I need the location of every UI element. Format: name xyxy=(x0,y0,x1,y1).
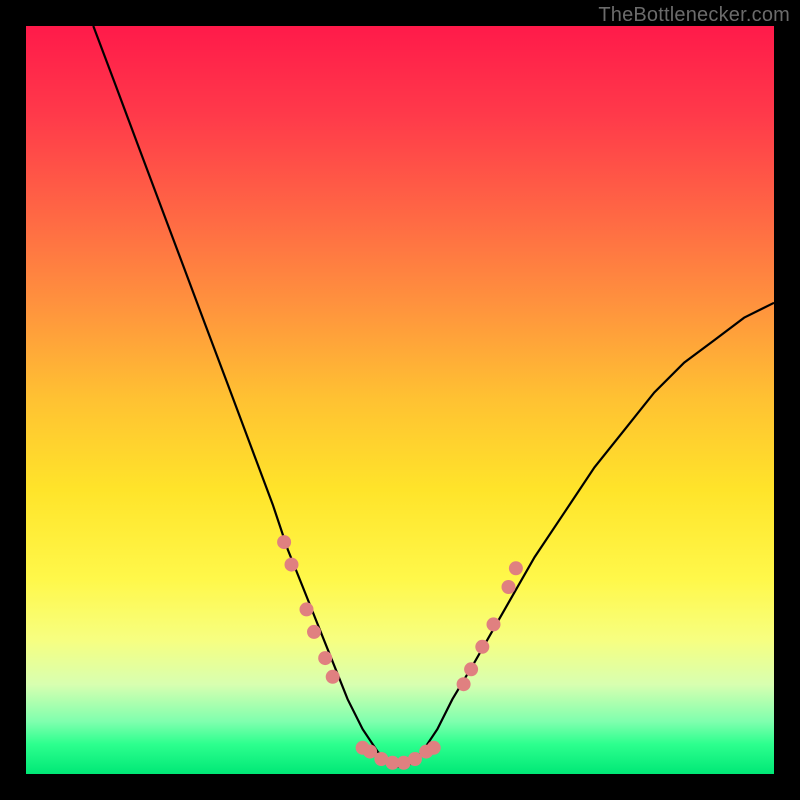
marker-dot xyxy=(509,561,523,575)
marker-dot xyxy=(457,677,471,691)
marker-dot xyxy=(285,558,299,572)
watermark-text: TheBottlenecker.com xyxy=(598,4,790,27)
marker-dot xyxy=(464,662,478,676)
marker-dot xyxy=(326,670,340,684)
marker-dot xyxy=(307,625,321,639)
marker-dot xyxy=(487,617,501,631)
plot-area xyxy=(26,26,774,774)
markers-group xyxy=(277,535,523,770)
marker-dot xyxy=(318,651,332,665)
marker-dot xyxy=(300,602,314,616)
marker-dot xyxy=(277,535,291,549)
marker-dot xyxy=(427,741,441,755)
bottleneck-curve xyxy=(93,26,774,767)
chart-svg xyxy=(26,26,774,774)
chart-frame: TheBottlenecker.com xyxy=(0,0,800,800)
marker-dot xyxy=(502,580,516,594)
marker-dot xyxy=(475,640,489,654)
